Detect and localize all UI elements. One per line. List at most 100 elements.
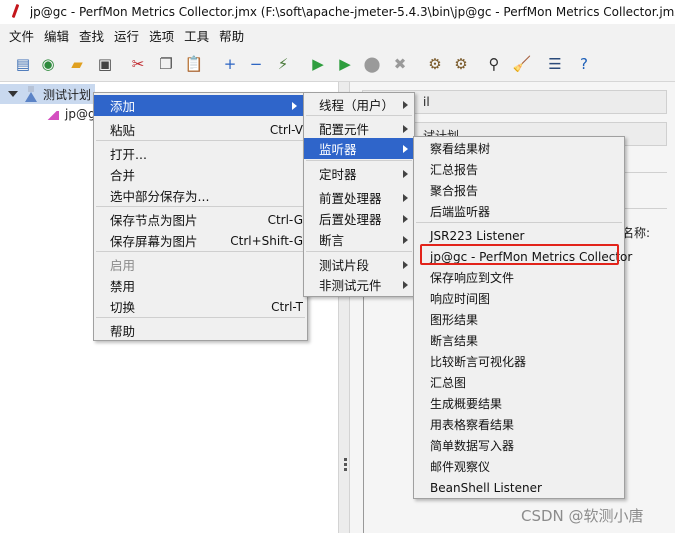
watermark: CSDN @软测小唐: [521, 507, 644, 525]
menu-item-label: 粘贴: [110, 123, 136, 138]
save-icon[interactable]: ▣: [95, 54, 115, 74]
menu-item-label: 保存响应到文件: [430, 271, 515, 285]
listener-menu-item[interactable]: 后端监听器: [414, 201, 624, 222]
add-submenu-item[interactable]: 后置处理器: [304, 208, 414, 229]
splitter-grip: [344, 458, 347, 461]
menu-item-label: 打开...: [110, 147, 147, 162]
menu-item-label: 图形结果: [430, 313, 479, 327]
shortcut-label: Ctrl-G: [267, 212, 303, 227]
submenu-arrow-icon: [403, 260, 408, 269]
menu-item[interactable]: 工具: [179, 26, 214, 45]
menu-item-label: 定时器: [319, 167, 357, 182]
listener-menu-item[interactable]: 比较断言可视化器: [414, 351, 624, 372]
listener-menu-item[interactable]: JSR223 Listener: [414, 225, 624, 246]
listener-menu-item[interactable]: 简单数据写入器: [414, 435, 624, 456]
listener-menu-item[interactable]: 生成概要结果: [414, 393, 624, 414]
add-submenu-item[interactable]: 定时器: [304, 163, 414, 184]
add-submenu-item[interactable]: 监听器: [304, 138, 414, 159]
context-menu-item[interactable]: 禁用: [94, 275, 307, 296]
clear-icon[interactable]: ⚙: [425, 54, 445, 74]
search-icon[interactable]: ⚲: [484, 54, 504, 74]
menu-item-label: 邮件观察仪: [430, 460, 491, 474]
cut-icon[interactable]: ✂: [128, 54, 148, 74]
menu-item-label: 保存节点为图片: [110, 213, 198, 228]
new-icon[interactable]: ▤: [13, 54, 33, 74]
add-submenu-item[interactable]: 测试片段: [304, 254, 414, 275]
stop-icon[interactable]: ⬤: [362, 54, 382, 74]
submenu-arrow-icon: [403, 124, 408, 133]
tree-node-test-plan[interactable]: 测试计划: [0, 84, 95, 104]
context-menu-item[interactable]: 添加: [94, 95, 307, 116]
reset-search-icon[interactable]: 🧹: [512, 54, 532, 74]
listener-menu-item[interactable]: 断言结果: [414, 330, 624, 351]
shortcut-label: Ctrl-T: [271, 299, 303, 314]
open-icon[interactable]: ▰: [67, 54, 87, 74]
menu-item[interactable]: 文件: [4, 26, 39, 45]
menu-separator: [96, 251, 305, 252]
add-submenu-item[interactable]: 断言: [304, 229, 414, 250]
menu-item-label: 监听器: [319, 142, 357, 157]
listener-menu-item[interactable]: 响应时间图: [414, 288, 624, 309]
listener-menu-item[interactable]: 邮件观察仪: [414, 456, 624, 477]
context-menu-item[interactable]: 保存节点为图片 Ctrl-G: [94, 209, 307, 230]
listener-menu-item[interactable]: 汇总图: [414, 372, 624, 393]
listener-menu-item[interactable]: 汇总报告: [414, 159, 624, 180]
title-bar: jp@gc - PerfMon Metrics Collector.jmx (F…: [0, 0, 675, 24]
listener-menu-item[interactable]: jp@gc - PerfMon Metrics Collector: [414, 244, 632, 267]
add-submenu-item[interactable]: 非测试元件: [304, 274, 414, 295]
start-no-pause-icon[interactable]: ▶: [335, 54, 355, 74]
menu-item-label: 简单数据写入器: [430, 439, 515, 453]
context-menu-item[interactable]: 粘贴 Ctrl-V: [94, 119, 307, 140]
help-icon[interactable]: ?: [574, 54, 594, 74]
menu-item-label: 断言: [319, 233, 345, 248]
menu-item[interactable]: 编辑: [39, 26, 74, 45]
context-menu-item[interactable]: 合并: [94, 164, 307, 185]
expand-arrow-icon[interactable]: [8, 91, 18, 97]
menu-item-label: 选中部分保存为...: [110, 189, 210, 204]
menu-item-label: 用表格察看结果: [430, 418, 515, 432]
menu-separator: [306, 251, 412, 252]
context-menu-item[interactable]: 打开...: [94, 143, 307, 164]
menu-separator: [306, 115, 412, 116]
shutdown-icon[interactable]: ✖: [390, 54, 410, 74]
menu-item-label: 比较断言可视化器: [430, 355, 527, 369]
listener-menu-item[interactable]: 图形结果: [414, 309, 624, 330]
listener-menu-item[interactable]: 察看结果树: [414, 138, 624, 159]
copy-icon[interactable]: ❐: [156, 54, 176, 74]
toggle-icon[interactable]: ⚡: [273, 54, 293, 74]
context-menu-item[interactable]: 选中部分保存为...: [94, 185, 307, 206]
start-icon[interactable]: ▶: [308, 54, 328, 74]
menu-item[interactable]: 查找: [74, 26, 109, 45]
listener-menu-item[interactable]: 聚合报告: [414, 180, 624, 201]
add-submenu-item[interactable]: 线程（用户）: [304, 94, 414, 115]
context-menu-item[interactable]: 帮助: [94, 320, 307, 341]
menu-item[interactable]: 帮助: [214, 26, 249, 45]
listener-menu-item[interactable]: 用表格察看结果: [414, 414, 624, 435]
clear-all-icon[interactable]: ⚙: [451, 54, 471, 74]
listener-chart-icon: [46, 107, 60, 121]
submenu-arrow-icon: [292, 101, 297, 110]
menu-item-label: 后置处理器: [319, 212, 382, 227]
add-submenu-item[interactable]: 前置处理器: [304, 187, 414, 208]
listener-menu-item[interactable]: 保存响应到文件: [414, 267, 624, 288]
menu-item-label: 切换: [110, 300, 136, 315]
templates-icon[interactable]: ◉: [38, 54, 58, 74]
add-submenu-item[interactable]: 配置元件: [304, 118, 414, 139]
window-title: jp@gc - PerfMon Metrics Collector.jmx (F…: [29, 5, 675, 19]
menu-item-label: 非测试元件: [319, 278, 382, 293]
splitter-grip: [344, 468, 347, 471]
function-helper-icon[interactable]: ☰: [545, 54, 565, 74]
menu-item-label: 测试片段: [319, 258, 370, 273]
collapse-icon[interactable]: −: [246, 54, 266, 74]
context-menu-item[interactable]: 保存屏幕为图片 Ctrl+Shift-G: [94, 230, 307, 251]
expand-icon[interactable]: +: [220, 54, 240, 74]
shortcut-label: Ctrl+Shift-G: [230, 233, 303, 248]
paste-icon[interactable]: 📋: [184, 54, 204, 74]
test-plan-icon: [24, 86, 38, 102]
annotation-highlight-box: [420, 244, 619, 265]
listener-menu-item[interactable]: BeanShell Listener: [414, 477, 624, 498]
menu-item[interactable]: 选项: [144, 26, 179, 45]
menu-item[interactable]: 运行: [109, 26, 144, 45]
menu-item-label: 添加: [110, 99, 136, 114]
context-menu-item[interactable]: 切换 Ctrl-T: [94, 296, 307, 317]
